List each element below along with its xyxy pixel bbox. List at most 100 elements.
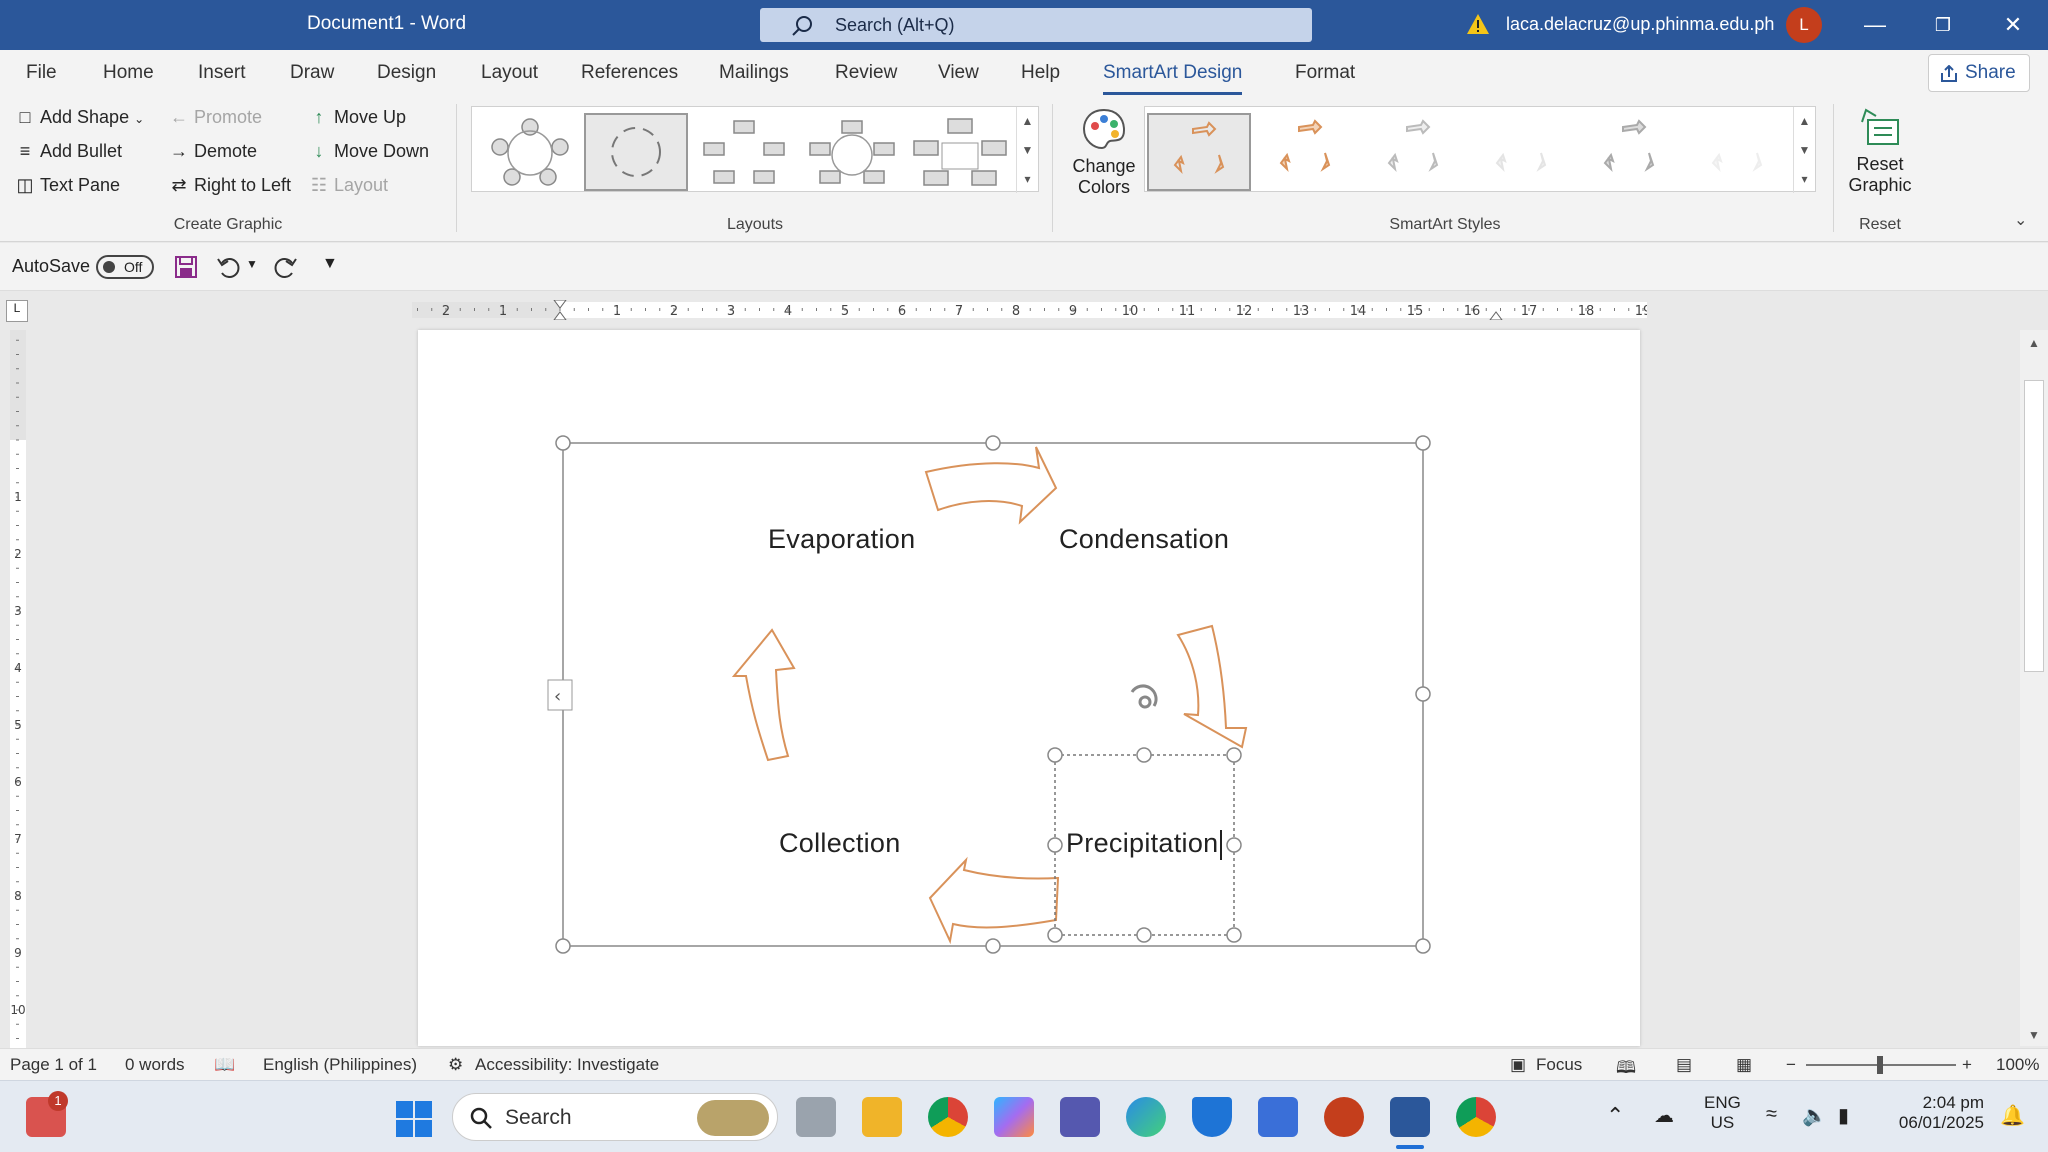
node-collection[interactable]: Collection (779, 828, 901, 859)
focus-icon[interactable]: ▣ (1510, 1055, 1526, 1075)
wifi-icon[interactable]: ≈ (1766, 1103, 1777, 1126)
undo-icon[interactable] (216, 255, 240, 279)
scroll-up-arrow-icon[interactable]: ▲ (2020, 336, 2048, 350)
taskbar-search[interactable]: Search (452, 1093, 778, 1141)
language[interactable]: English (Philippines) (263, 1055, 417, 1075)
defender-icon[interactable] (1192, 1097, 1232, 1137)
node-precipitation[interactable]: Precipitation (1066, 828, 1218, 859)
warning-icon[interactable] (1466, 12, 1490, 36)
autosave-toggle[interactable]: Off (96, 255, 154, 279)
page-count[interactable]: Page 1 of 1 (10, 1055, 97, 1075)
smartart-graphic[interactable]: ‹ (418, 330, 1640, 1046)
add-shape-button[interactable]: □ Add Shape ⌄ (14, 107, 145, 128)
scroll-down-icon[interactable]: ▼ (1794, 136, 1815, 165)
proofing-icon[interactable]: 📖 (214, 1055, 235, 1075)
powerpoint-icon[interactable] (1324, 1097, 1364, 1137)
tab-home[interactable]: Home (103, 62, 154, 84)
add-bullet-button[interactable]: ≡ Add Bullet (14, 141, 122, 162)
scroll-down-icon[interactable]: ▼ (1017, 136, 1038, 165)
copilot-icon[interactable] (994, 1097, 1034, 1137)
tab-references[interactable]: References (581, 62, 678, 84)
node-condensation[interactable]: Condensation (1059, 524, 1229, 555)
change-colors-button[interactable]: Change Colors (1064, 106, 1144, 216)
web-layout-icon[interactable]: ▦ (1736, 1055, 1752, 1075)
search-box[interactable]: Search (Alt+Q) (760, 8, 1312, 42)
style-moderate-effect[interactable] (1471, 113, 1575, 191)
tab-mailings[interactable]: Mailings (719, 62, 789, 84)
tab-selector[interactable]: L (6, 300, 28, 322)
scrollbar-thumb[interactable] (2024, 380, 2044, 672)
word-count[interactable]: 0 words (125, 1055, 185, 1075)
zoom-level[interactable]: 100% (1996, 1055, 2039, 1075)
tab-format[interactable]: Format (1295, 62, 1355, 84)
tab-design[interactable]: Design (377, 62, 436, 84)
move-down-button[interactable]: ↓ Move Down (308, 141, 430, 162)
language-indicator[interactable]: ENG US (1704, 1093, 1741, 1133)
layout-nondirectional-cycle[interactable] (908, 113, 1012, 191)
zoom-out-icon[interactable]: − (1786, 1055, 1796, 1075)
tab-view[interactable]: View (938, 62, 979, 84)
node-evaporation[interactable]: Evaporation (768, 524, 915, 555)
horizontal-ruler[interactable]: 2112345678910111213141516171819 (412, 300, 1647, 320)
print-layout-icon[interactable]: ▤ (1676, 1055, 1692, 1075)
battery-icon[interactable]: ▮ (1838, 1103, 1849, 1128)
show-hidden-icons[interactable]: ⌃ (1606, 1103, 1624, 1129)
store-icon[interactable] (1258, 1097, 1298, 1137)
avatar[interactable]: L (1786, 7, 1822, 43)
document-page[interactable]: ‹ Evaporation Condensation Precipitation… (418, 330, 1640, 1046)
minimize-icon[interactable]: — (1852, 8, 1898, 42)
right-to-left-button[interactable]: ⇄ Right to Left (168, 175, 291, 196)
tab-review[interactable]: Review (835, 62, 897, 84)
close-icon[interactable]: ✕ (1990, 8, 2036, 42)
text-pane-button[interactable]: ◫ Text Pane (14, 175, 120, 196)
volume-icon[interactable]: 🔈 (1802, 1103, 1827, 1128)
redo-icon[interactable] (274, 255, 298, 279)
windows-start-icon[interactable] (396, 1101, 432, 1137)
chrome-icon[interactable] (928, 1097, 968, 1137)
zoom-slider-thumb[interactable] (1877, 1056, 1883, 1074)
tab-layout[interactable]: Layout (481, 62, 538, 84)
clock[interactable]: 2:04 pm 06/01/2025 (1880, 1093, 1984, 1133)
notifications-bell-icon[interactable]: 🔔 (2000, 1103, 2025, 1128)
task-view-icon[interactable] (796, 1097, 836, 1137)
vertical-ruler[interactable]: 12345678910 (8, 330, 28, 1050)
layout-block-cycle[interactable] (692, 113, 796, 191)
zoom-in-icon[interactable]: + (1962, 1055, 1972, 1075)
accessibility-status[interactable]: Accessibility: Investigate (475, 1055, 659, 1075)
layout-basic-cycle[interactable] (478, 113, 582, 191)
style-white-outline[interactable] (1255, 113, 1359, 191)
chrome-profile-icon[interactable] (1456, 1097, 1496, 1137)
style-intense-effect[interactable] (1579, 113, 1683, 191)
scroll-down-arrow-icon[interactable]: ▼ (2020, 1028, 2048, 1042)
more-icon[interactable]: ▾ (1017, 165, 1038, 194)
styles-gallery-scroll[interactable]: ▲ ▼ ▾ (1793, 107, 1815, 193)
file-explorer-icon[interactable] (862, 1097, 902, 1137)
restore-icon[interactable]: ❐ (1920, 8, 1966, 42)
layout-segmented-cycle[interactable] (800, 113, 904, 191)
edge-icon[interactable] (1126, 1097, 1166, 1137)
tab-file[interactable]: File (26, 62, 57, 84)
tab-smartart-design[interactable]: SmartArt Design (1103, 62, 1243, 95)
scroll-up-icon[interactable]: ▲ (1017, 107, 1038, 136)
style-polished[interactable] (1687, 113, 1787, 191)
reset-graphic-button[interactable]: Reset Graphic (1842, 106, 1918, 216)
collapse-ribbon-icon[interactable]: ⌄ (2014, 210, 2027, 230)
style-subtle-effect[interactable] (1363, 113, 1467, 191)
accessibility-icon[interactable]: ⚙ (448, 1055, 463, 1075)
save-icon[interactable] (174, 255, 198, 279)
layouts-gallery-scroll[interactable]: ▲ ▼ ▾ (1016, 107, 1038, 193)
onedrive-icon[interactable]: ☁ (1654, 1103, 1674, 1128)
undo-dropdown-icon[interactable]: ▼ (246, 257, 258, 271)
tab-help[interactable]: Help (1021, 62, 1060, 84)
teams-icon[interactable] (1060, 1097, 1100, 1137)
focus-label[interactable]: Focus (1536, 1055, 1582, 1075)
style-simple-fill[interactable] (1147, 113, 1251, 191)
tab-draw[interactable]: Draw (290, 62, 334, 84)
tab-insert[interactable]: Insert (198, 62, 246, 84)
share-button[interactable]: Share (1928, 54, 2030, 92)
word-icon[interactable] (1390, 1097, 1430, 1137)
scroll-up-icon[interactable]: ▲ (1794, 107, 1815, 136)
layout-text-cycle[interactable] (584, 113, 688, 191)
user-email[interactable]: laca.delacruz@up.phinma.edu.ph (1506, 14, 1774, 35)
layout-button[interactable]: ☷ Layout (308, 175, 388, 196)
